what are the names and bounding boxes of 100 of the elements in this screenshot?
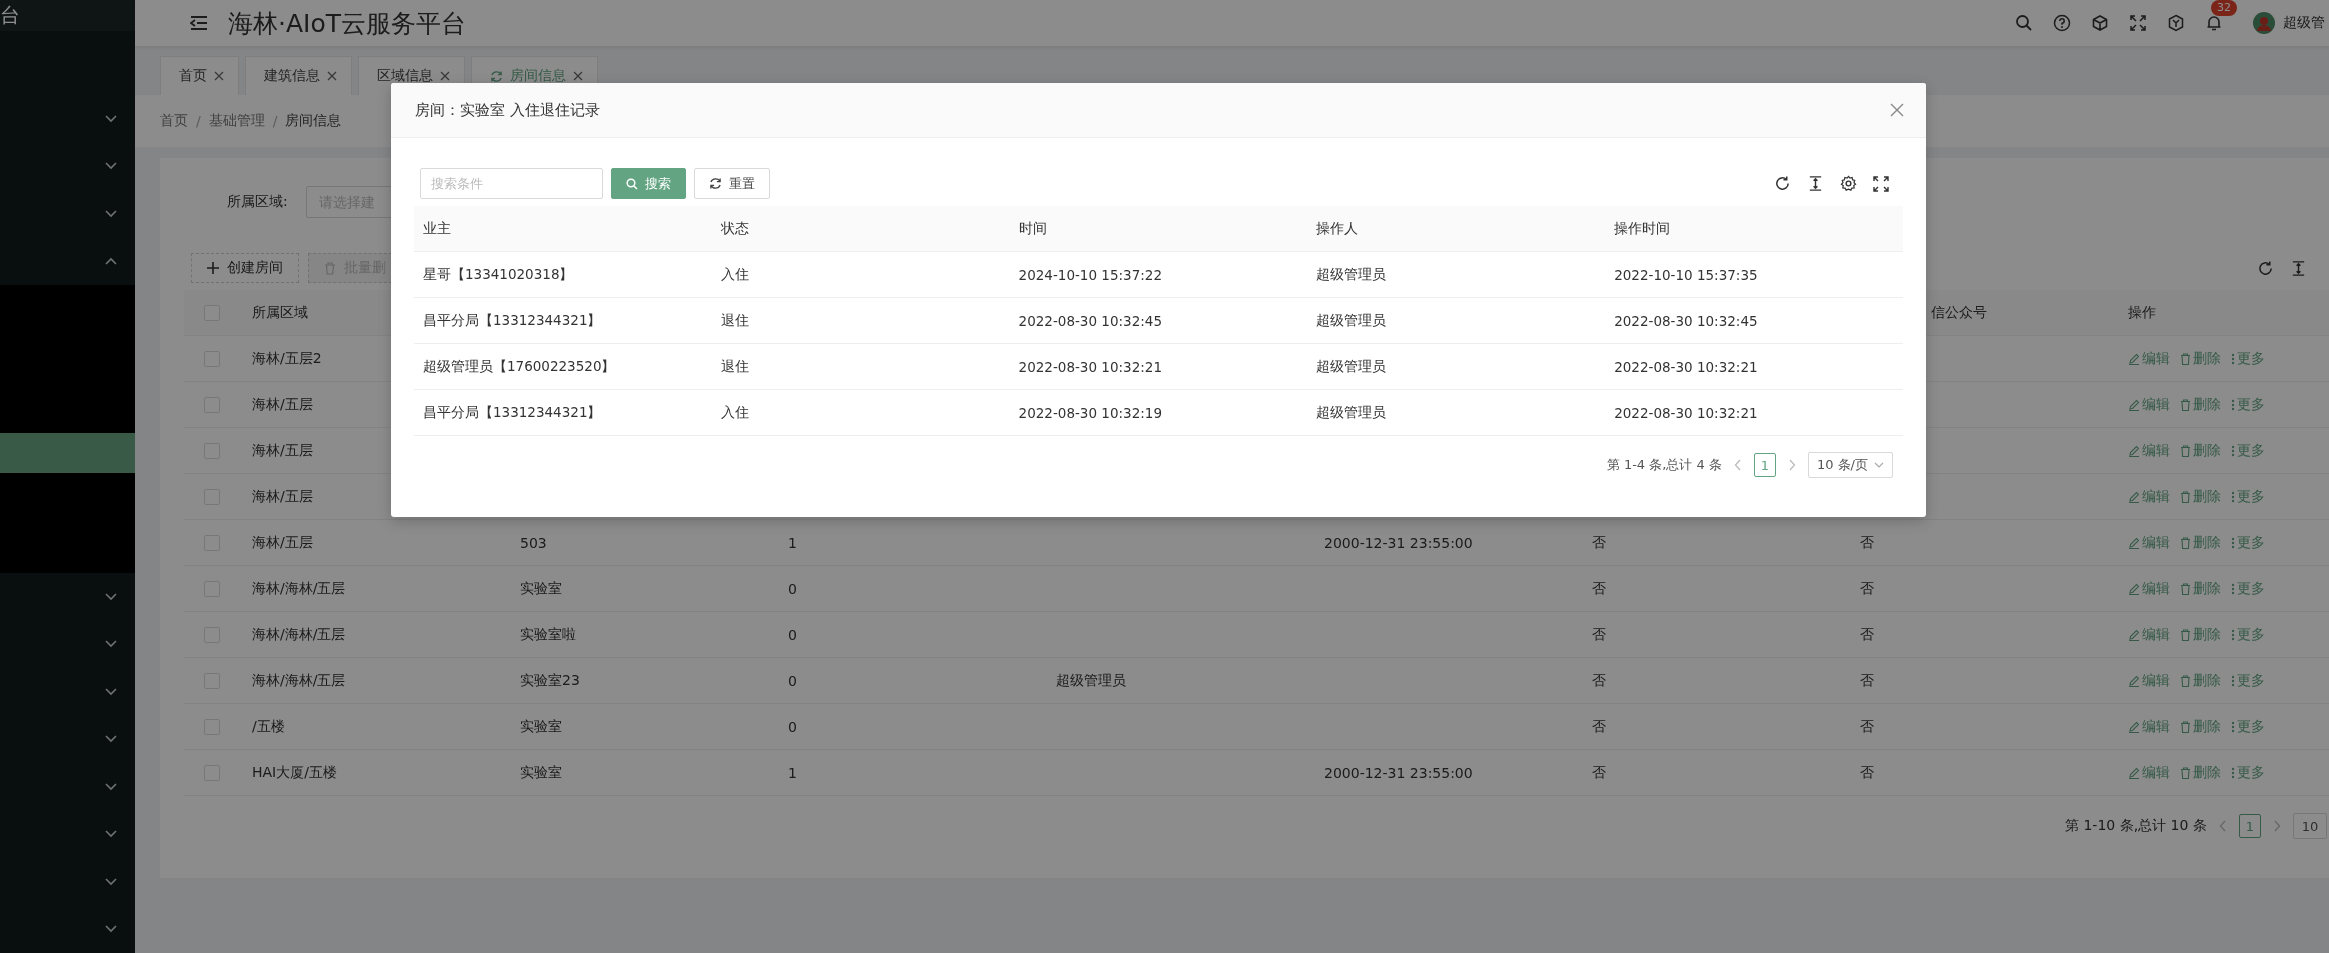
edit-link[interactable]: 编辑	[2128, 487, 2170, 506]
reload-icon[interactable]	[2257, 259, 2274, 277]
delete-link[interactable]: 删除	[2180, 395, 2221, 414]
table-cell: 实验室	[520, 579, 562, 596]
chevron-down-icon[interactable]	[105, 877, 117, 886]
delete-link[interactable]: 删除	[2180, 671, 2221, 690]
table-cell: 退住	[720, 311, 749, 328]
column-height-icon[interactable]	[1807, 175, 1824, 192]
close-icon[interactable]	[573, 71, 583, 81]
more-dots-icon	[2231, 582, 2235, 595]
close-icon[interactable]	[440, 71, 450, 81]
table-cell: 海林/五层	[252, 533, 313, 550]
table-cell: 海林/海林/五层	[252, 579, 346, 596]
page-tab[interactable]: 建筑信息	[245, 56, 352, 95]
fullscreen-icon[interactable]	[2129, 14, 2147, 32]
delete-link[interactable]: 删除	[2180, 533, 2221, 552]
edit-link[interactable]: 编辑	[2128, 349, 2170, 368]
chevron-down-icon[interactable]	[105, 782, 117, 791]
avatar-icon[interactable]	[2253, 12, 2275, 34]
breadcrumb-link[interactable]: 房间信息	[285, 112, 342, 130]
table-cell: 1	[788, 534, 797, 551]
edit-link[interactable]: 编辑	[2128, 579, 2170, 598]
more-link[interactable]: 更多	[2231, 579, 2265, 598]
chevron-down-icon[interactable]	[105, 209, 117, 218]
delete-link[interactable]: 删除	[2180, 579, 2221, 598]
more-link[interactable]: 更多	[2231, 671, 2265, 690]
more-link[interactable]: 更多	[2231, 349, 2265, 368]
table-cell: 否	[1860, 625, 1874, 642]
breadcrumb-link[interactable]: 首页	[160, 112, 188, 130]
reset-button[interactable]: 重置	[694, 168, 770, 199]
trash-icon	[2180, 398, 2191, 411]
delete-link[interactable]: 删除	[2180, 349, 2221, 368]
more-link[interactable]: 更多	[2231, 717, 2265, 736]
chevron-down-icon	[1874, 462, 1884, 468]
chevron-down-icon[interactable]	[105, 830, 117, 839]
column-height-icon[interactable]	[2290, 259, 2307, 277]
edit-link[interactable]: 编辑	[2128, 441, 2170, 460]
edit-link[interactable]: 编辑	[2128, 533, 2170, 552]
cube-icon[interactable]	[2091, 14, 2109, 32]
table-cell: 2022-08-30 10:32:21	[1614, 358, 1758, 375]
page-button[interactable]: 1	[2238, 814, 2261, 838]
table-cell: 实验室啦	[520, 625, 576, 642]
reload-icon[interactable]	[1774, 175, 1791, 192]
delete-link[interactable]: 删除	[2180, 625, 2221, 644]
edit-link[interactable]: 编辑	[2128, 671, 2170, 690]
chevron-up-icon[interactable]	[105, 257, 117, 266]
chevron-down-icon[interactable]	[105, 640, 117, 649]
pencil-icon	[2128, 536, 2140, 549]
delete-link[interactable]: 删除	[2180, 763, 2221, 782]
search-field[interactable]: 搜索条件	[420, 168, 603, 199]
more-link[interactable]: 更多	[2231, 763, 2265, 782]
edit-link[interactable]: 编辑	[2128, 717, 2170, 736]
chevron-down-icon[interactable]	[105, 592, 117, 601]
table-cell: 实验室23	[520, 671, 580, 688]
notification-badge: 32	[2211, 0, 2237, 16]
table-cell: 海林/海林/五层	[252, 671, 346, 688]
more-link[interactable]: 更多	[2231, 533, 2265, 552]
page-size-select[interactable]: 10	[2292, 813, 2328, 839]
more-link[interactable]: 更多	[2231, 441, 2265, 460]
settings-icon[interactable]	[1840, 175, 1857, 192]
plus-icon	[207, 262, 219, 274]
page-size-select[interactable]: 10 条/页	[1807, 452, 1893, 478]
more-link[interactable]: 更多	[2231, 395, 2265, 414]
edit-link[interactable]: 编辑	[2128, 763, 2170, 782]
user-name[interactable]: 超级管	[2283, 14, 2325, 32]
delete-link[interactable]: 删除	[2180, 487, 2221, 506]
search-button[interactable]: 搜索	[611, 168, 686, 199]
column-header: 状态	[720, 219, 749, 236]
page-button[interactable]: 1	[1753, 453, 1776, 477]
chevron-down-icon[interactable]	[105, 114, 117, 123]
more-link[interactable]: 更多	[2231, 487, 2265, 506]
table-cell: HAI大厦/五楼	[252, 763, 337, 780]
menu-fold-icon[interactable]	[190, 15, 208, 31]
bell-icon[interactable]	[2205, 14, 2223, 32]
search-icon[interactable]	[2015, 14, 2033, 32]
close-icon[interactable]	[1890, 103, 1904, 117]
delete-link[interactable]: 删除	[2180, 441, 2221, 460]
refresh-icon[interactable]	[490, 69, 503, 83]
create-button[interactable]: 创建房间	[191, 253, 299, 283]
page-tab[interactable]: 首页	[160, 56, 239, 95]
table-cell: 超级管理员	[1316, 357, 1387, 374]
filter-label: 所属区域:	[227, 193, 288, 211]
table-cell: 否	[1592, 579, 1606, 596]
edit-link[interactable]: 编辑	[2128, 395, 2170, 414]
breadcrumb-link[interactable]: 基础管理	[208, 112, 265, 130]
chevron-down-icon[interactable]	[105, 735, 117, 744]
hexagon-icon[interactable]	[2167, 14, 2185, 32]
close-icon[interactable]	[327, 71, 337, 81]
chevron-down-icon[interactable]	[105, 925, 117, 934]
chevron-down-icon[interactable]	[105, 162, 117, 171]
edit-link[interactable]: 编辑	[2128, 625, 2170, 644]
close-icon[interactable]	[214, 71, 224, 81]
expand-icon[interactable]	[1873, 175, 1889, 192]
help-icon[interactable]	[2053, 14, 2071, 32]
more-link[interactable]: 更多	[2231, 625, 2265, 644]
chevron-down-icon[interactable]	[105, 687, 117, 696]
pencil-icon	[2128, 490, 2140, 503]
trash-icon	[2180, 720, 2191, 733]
delete-link[interactable]: 删除	[2180, 717, 2221, 736]
table-cell: 2022-08-30 10:32:21	[1018, 358, 1162, 375]
